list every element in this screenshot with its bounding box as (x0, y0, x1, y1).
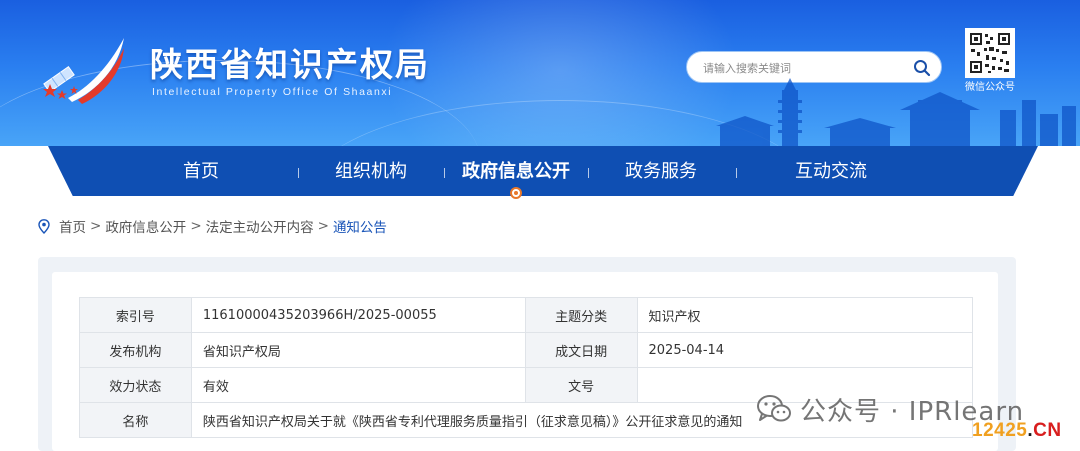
breadcrumb-home[interactable]: 首页 (59, 216, 86, 236)
issuer-value: 省知识产权局 (190, 332, 526, 368)
nav-home[interactable]: 首页 (183, 160, 219, 184)
site-logo-icon[interactable] (38, 28, 130, 108)
name-label: 名称 (79, 402, 192, 438)
nav-interaction[interactable]: 互动交流 (795, 160, 867, 184)
breadcrumb-separator: > (90, 218, 102, 234)
nav-gov-services[interactable]: 政务服务 (625, 160, 697, 184)
table-row: 索引号 11610000435203966H/2025-00055 主题分类 知… (79, 297, 973, 333)
main-nav: 首页 组织机构 政府信息公开 政务服务 互动交流 (48, 146, 1038, 196)
status-value: 有效 (190, 367, 526, 403)
index-number-value: 11610000435203966H/2025-00055 (190, 297, 526, 333)
breadcrumb-statutory-content[interactable]: 法定主动公开内容 (206, 216, 314, 236)
index-number-label: 索引号 (79, 297, 192, 333)
nav-separator (736, 168, 737, 178)
topic-label: 主题分类 (524, 297, 638, 333)
topic-value: 知识产权 (636, 297, 973, 333)
issuer-label: 发布机构 (79, 332, 192, 368)
main-nav-wrapper: 首页 组织机构 政府信息公开 政务服务 互动交流 (0, 146, 1080, 196)
breadcrumb: 首页 > 政府信息公开 > 法定主动公开内容 > 通知公告 (38, 216, 387, 236)
qr-label: 微信公众号 (965, 82, 1015, 93)
site-watermark-number: 12425 (972, 420, 1028, 441)
table-row: 发布机构 省知识产权局 成文日期 2025-04-14 (79, 332, 973, 368)
site-watermark-cn: CN (1033, 420, 1062, 441)
nav-separator (444, 168, 445, 178)
city-skyline (716, 78, 1076, 150)
nav-separator (588, 168, 589, 178)
breadcrumb-separator: > (190, 218, 202, 234)
location-pin-icon (38, 218, 50, 234)
site-subtitle: Intellectual Property Office Of Shaanxi (152, 86, 393, 98)
site-title: 陕西省知识产权局 (150, 45, 430, 84)
date-value: 2025-04-14 (636, 332, 973, 368)
date-label: 成文日期 (524, 332, 638, 368)
breadcrumb-separator: > (317, 218, 329, 234)
doc-number-label: 文号 (524, 367, 638, 403)
nav-separator (298, 168, 299, 178)
nav-organization[interactable]: 组织机构 (335, 160, 407, 184)
site-header: 陕西省知识产权局 Intellectual Property Office Of… (0, 0, 1080, 150)
active-nav-indicator (510, 187, 522, 199)
site-watermark: 12425.CN (972, 420, 1062, 442)
wechat-icon (757, 395, 791, 422)
wechat-qr-code (965, 28, 1015, 78)
breadcrumb-gov-info[interactable]: 政府信息公开 (105, 216, 186, 236)
nav-gov-info[interactable]: 政府信息公开 (462, 160, 570, 184)
breadcrumb-notices[interactable]: 通知公告 (333, 216, 387, 236)
status-label: 效力状态 (79, 367, 192, 403)
